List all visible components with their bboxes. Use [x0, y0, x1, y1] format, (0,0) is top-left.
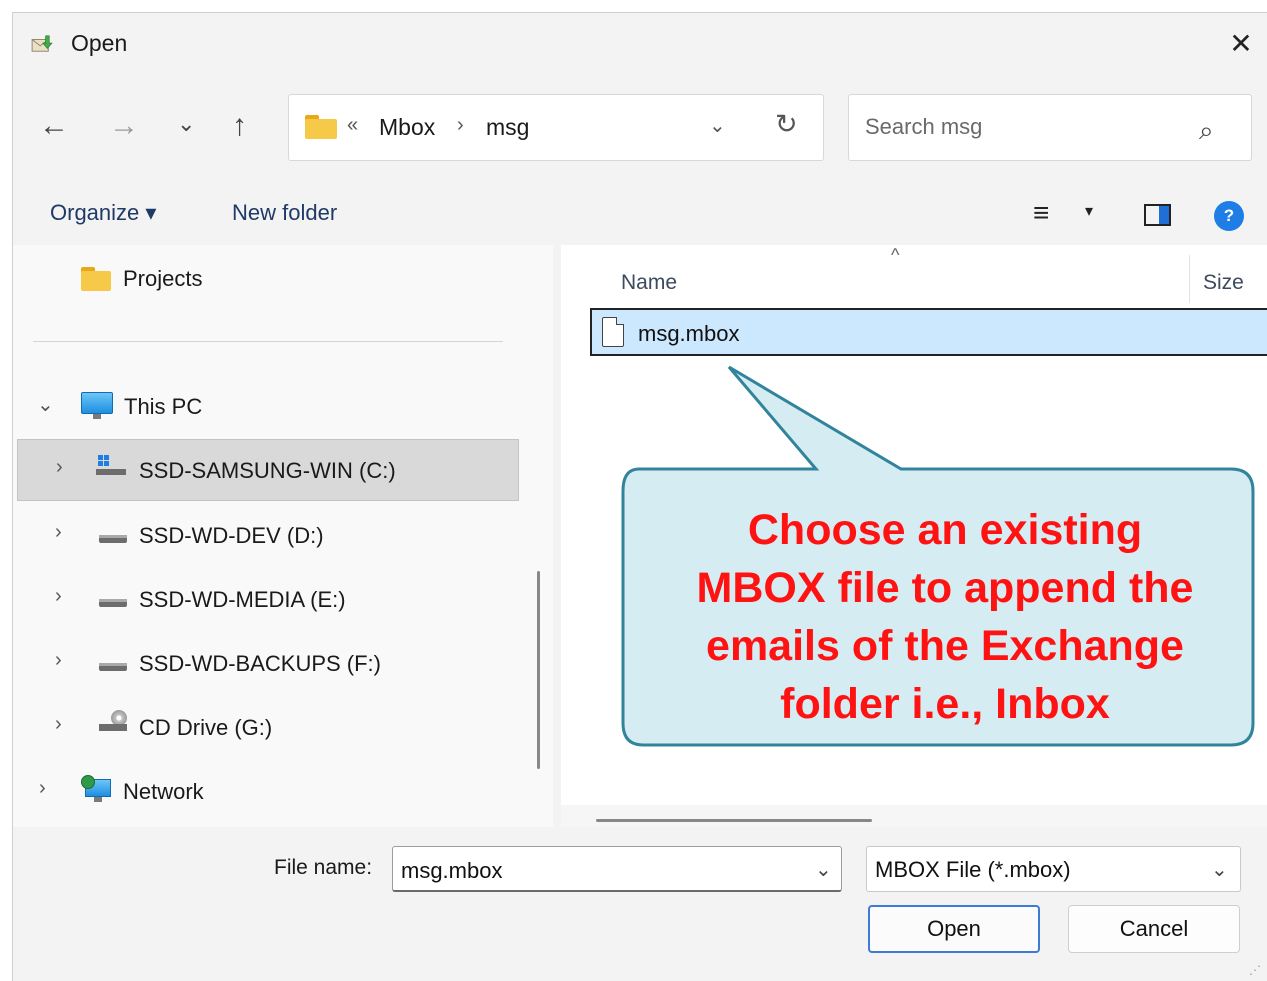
view-dropdown-icon[interactable]: ▾ [1085, 201, 1093, 221]
cancel-button[interactable]: Cancel [1068, 905, 1240, 953]
refresh-button[interactable]: ↻ [775, 109, 798, 140]
tree-item-drive-d[interactable]: › SSD-WD-DEV (D:) [13, 504, 523, 566]
file-name-combobox[interactable]: ⌄ [392, 846, 842, 892]
help-icon[interactable]: ? [1214, 201, 1244, 231]
title-bar: Open ✕ [13, 13, 1267, 75]
close-button[interactable]: ✕ [1223, 25, 1259, 61]
network-icon [81, 775, 113, 803]
resize-grip-icon[interactable]: ⋰ [1249, 963, 1261, 977]
new-folder-button[interactable]: New folder [232, 200, 337, 226]
tree-item-drive-c[interactable]: › SSD-SAMSUNG-WIN (C:) [17, 439, 519, 501]
tree-item-label: SSD-WD-MEDIA (E:) [139, 587, 346, 612]
tree-item-label: CD Drive (G:) [139, 715, 273, 740]
callout-text: Choose an existing MBOX file to append t… [629, 501, 1261, 733]
tree-item-drive-e[interactable]: › SSD-WD-MEDIA (E:) [13, 568, 523, 630]
tree-divider [33, 341, 503, 342]
file-type-value: MBOX File (*.mbox) [875, 857, 1071, 882]
column-header-name[interactable]: Name [621, 271, 677, 295]
preview-pane-icon[interactable] [1144, 204, 1171, 226]
callout-line: Choose an existing [747, 506, 1143, 554]
tree-item-label: SSD-SAMSUNG-WIN (C:) [139, 458, 396, 483]
breadcrumb-overflow[interactable]: « [347, 114, 358, 137]
callout-line: emails of the Exchange [706, 622, 1184, 670]
tree-item-this-pc[interactable]: ⌄ This PC [13, 375, 523, 437]
column-divider[interactable] [1189, 255, 1190, 303]
chevron-down-icon[interactable]: ⌄ [1211, 857, 1228, 882]
tree-item-network[interactable]: › Network [13, 760, 523, 822]
search-input[interactable] [865, 114, 1185, 140]
cd-drive-icon [99, 710, 129, 734]
chevron-right-icon[interactable]: › [55, 585, 62, 608]
navigation-pane: Projects ⌄ This PC › SSD-SAMSUNG-WIN (C:… [13, 245, 553, 827]
chevron-right-icon[interactable]: › [55, 521, 62, 544]
open-dialog: Open ✕ ← → ⌄ ↑ « Mbox › msg ⌄ ↻ ⌕ Organi… [12, 12, 1267, 981]
file-type-select[interactable]: MBOX File (*.mbox) ⌄ [866, 846, 1241, 892]
folder-icon [81, 267, 111, 291]
computer-icon [81, 392, 113, 420]
folder-icon [305, 115, 337, 139]
address-bar[interactable]: « Mbox › msg ⌄ ↻ [288, 94, 824, 161]
chevron-right-icon[interactable]: › [55, 713, 62, 736]
tree-item-label: This PC [124, 394, 203, 419]
windows-drive-icon [96, 455, 126, 477]
chevron-down-icon[interactable]: ⌄ [37, 392, 54, 417]
tree-item-projects[interactable]: Projects [13, 247, 523, 309]
chevron-right-icon[interactable]: › [56, 456, 63, 479]
command-bar: Organize ▾ New folder ≡ ▾ ? [13, 183, 1267, 245]
file-name: msg.mbox [638, 321, 740, 346]
drive-icon [99, 535, 127, 543]
horizontal-scroll-track [561, 805, 1267, 827]
file-name-label: File name: [274, 856, 373, 879]
tree-item-label: Projects [123, 266, 203, 291]
chevron-right-icon[interactable]: › [39, 777, 46, 800]
drive-icon [99, 599, 127, 607]
callout-line: folder i.e., Inbox [780, 680, 1110, 728]
organize-button[interactable]: Organize ▾ [50, 200, 156, 226]
view-options-icon[interactable]: ≡ [1033, 197, 1049, 229]
tree-item-label: Network [123, 779, 204, 804]
chevron-right-icon[interactable]: › [55, 649, 62, 672]
close-icon: ✕ [1229, 27, 1253, 59]
file-icon [602, 317, 624, 347]
drive-icon [99, 663, 127, 671]
breadcrumb-mbox[interactable]: Mbox [379, 114, 435, 141]
tree-item-drive-f[interactable]: › SSD-WD-BACKUPS (F:) [13, 632, 523, 694]
file-name-input[interactable] [401, 858, 801, 884]
recent-locations-button[interactable]: ⌄ [177, 111, 195, 137]
tree-item-label: SSD-WD-DEV (D:) [139, 523, 324, 548]
horizontal-scrollbar[interactable] [596, 819, 872, 822]
breadcrumb-msg[interactable]: msg [486, 114, 529, 141]
search-box[interactable]: ⌕ [848, 94, 1252, 161]
open-button[interactable]: Open [868, 905, 1040, 953]
column-header-size[interactable]: Size [1203, 271, 1244, 295]
back-button[interactable]: ← [39, 109, 69, 143]
breadcrumb-separator: › [457, 114, 464, 136]
search-icon[interactable]: ⌕ [1199, 115, 1214, 147]
callout-line: MBOX file to append the [696, 564, 1194, 612]
chevron-down-icon[interactable]: ⌄ [815, 857, 832, 882]
sort-ascending-icon: ^ [891, 245, 900, 265]
address-dropdown-button[interactable]: ⌄ [709, 113, 726, 138]
dialog-envelope-icon [31, 35, 53, 52]
tree-item-label: SSD-WD-BACKUPS (F:) [139, 651, 381, 676]
forward-button[interactable]: → [109, 109, 139, 143]
dialog-title: Open [71, 30, 128, 56]
tree-item-drive-g[interactable]: › CD Drive (G:) [13, 696, 523, 758]
up-button[interactable]: ↑ [232, 109, 247, 143]
file-row[interactable]: msg.mbox [590, 308, 1267, 356]
navigation-scrollbar[interactable] [537, 571, 540, 769]
